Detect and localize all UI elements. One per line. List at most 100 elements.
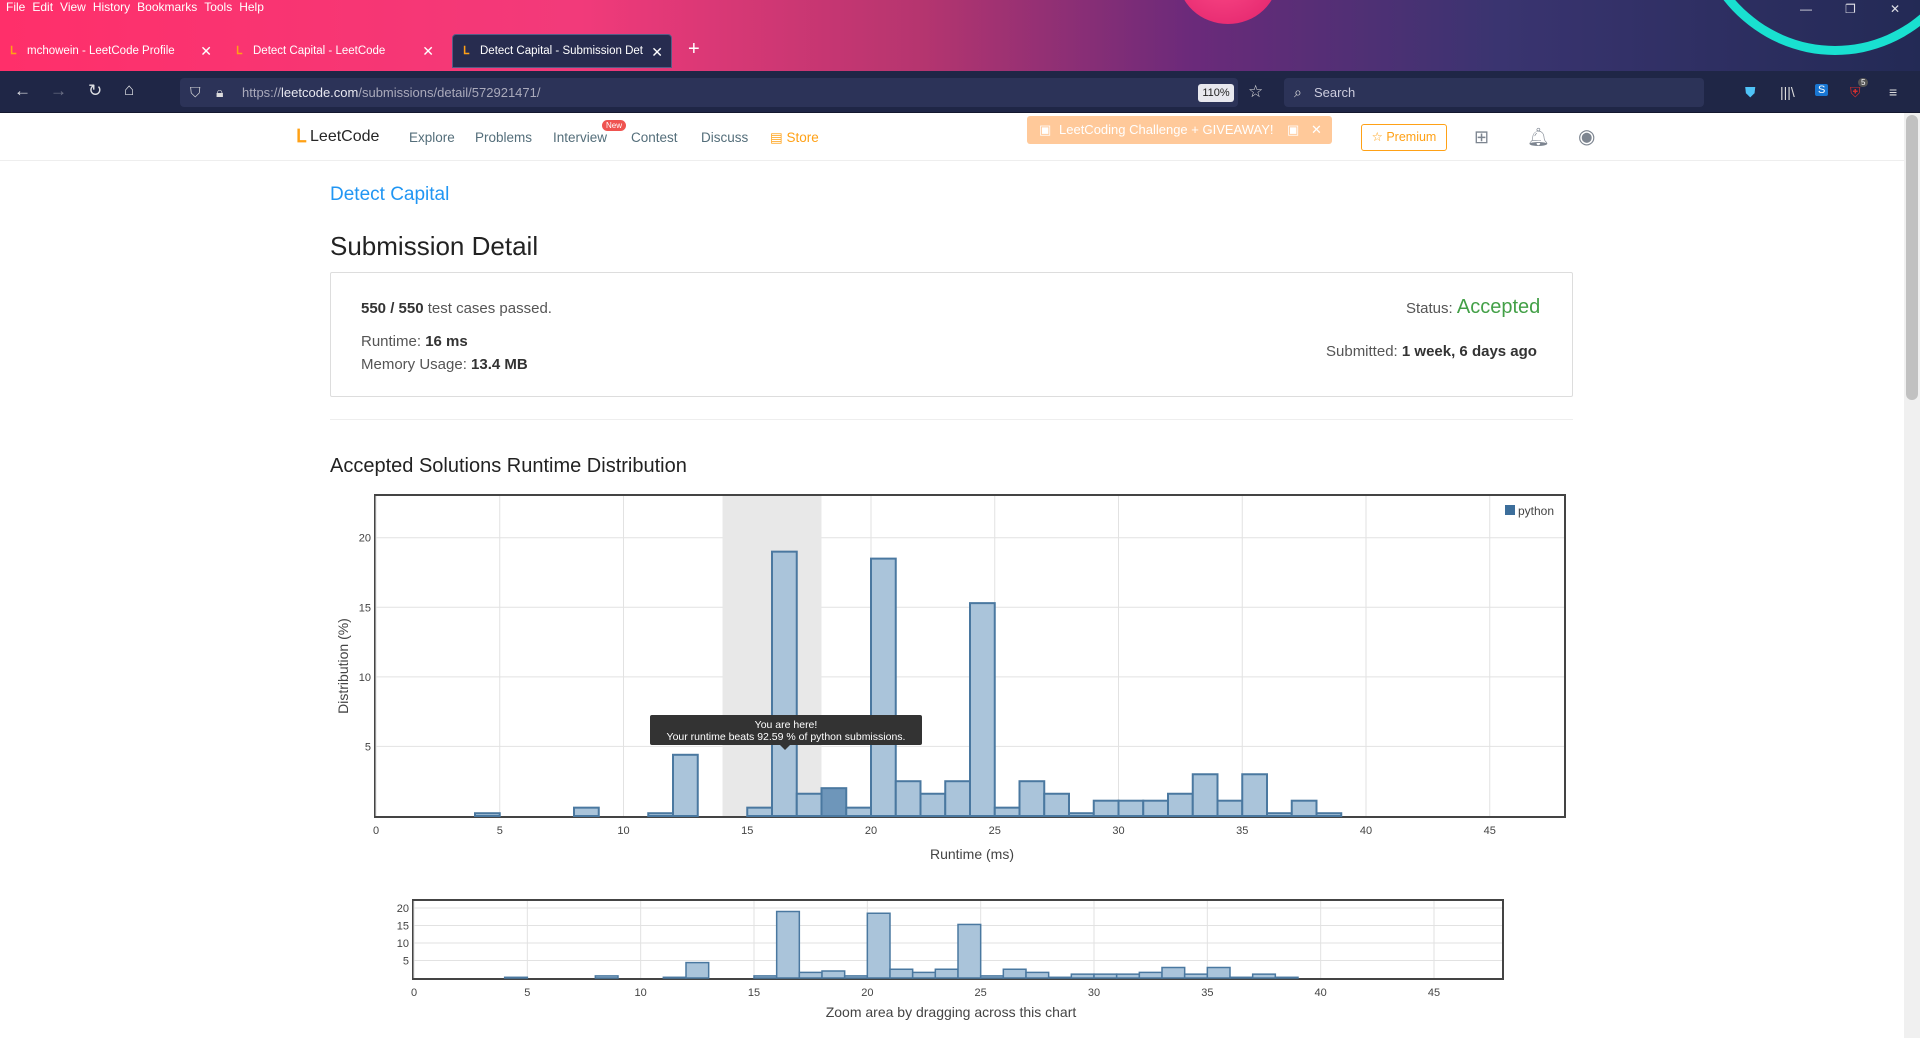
runtime-bar[interactable]: [1070, 973, 1095, 979]
runtime-bar[interactable]: [685, 961, 710, 979]
runtime-bar[interactable]: [1251, 973, 1277, 979]
runtime-bar[interactable]: [1315, 812, 1343, 817]
runtime-bar[interactable]: [503, 976, 529, 979]
bell-icon[interactable]: 🔔︎: [1527, 127, 1550, 148]
extension-s-icon[interactable]: S: [1815, 84, 1829, 96]
menu-bookmarks[interactable]: Bookmarks: [137, 0, 197, 20]
library-icon[interactable]: |||\: [1780, 84, 1795, 100]
runtime-bar[interactable]: [979, 975, 1005, 979]
menu-history[interactable]: History: [93, 0, 130, 20]
nav-store[interactable]: ▤ Store: [770, 130, 819, 146]
menu-view[interactable]: View: [60, 0, 86, 20]
runtime-bar[interactable]: [993, 806, 1021, 817]
menu-file[interactable]: File: [6, 0, 25, 20]
runtime-bar[interactable]: [1241, 773, 1268, 817]
legend-python[interactable]: python: [1518, 504, 1554, 518]
leetcode-logo[interactable]: ᒪ LeetCode: [296, 126, 379, 147]
runtime-bar[interactable]: [969, 602, 996, 817]
premium-button[interactable]: ☆ Premium: [1361, 124, 1447, 151]
runtime-bar[interactable]: [957, 923, 982, 979]
user-avatar-icon[interactable]: ◉: [1578, 124, 1595, 149]
runtime-bar[interactable]: [1206, 966, 1231, 979]
current-runtime-bar[interactable]: [820, 787, 848, 818]
runtime-bar[interactable]: [1117, 799, 1145, 817]
runtime-bar[interactable]: [1115, 973, 1141, 979]
runtime-bar[interactable]: [1092, 799, 1120, 817]
runtime-bar[interactable]: [1093, 973, 1118, 979]
search-input[interactable]: Search: [1284, 78, 1704, 107]
runtime-bar[interactable]: [1191, 773, 1219, 817]
runtime-bar[interactable]: [944, 780, 971, 817]
nav-explore[interactable]: Explore: [409, 130, 455, 145]
close-window-icon[interactable]: ✕: [1890, 2, 1900, 16]
runtime-bar[interactable]: [1274, 976, 1299, 979]
runtime-bar[interactable]: [843, 975, 869, 979]
tab-profile[interactable]: ᒪ mchowein - LeetCode Profile ✕: [10, 34, 220, 68]
url-bar[interactable]: https://leetcode.com/submissions/detail/…: [180, 78, 1238, 107]
runtime-bar[interactable]: [845, 806, 872, 817]
promo-close-icon[interactable]: ✕: [1311, 116, 1322, 144]
runtime-bar[interactable]: [1043, 792, 1070, 818]
runtime-bar[interactable]: [662, 976, 687, 979]
runtime-bar[interactable]: [753, 975, 778, 979]
scrollbar-thumb[interactable]: [1906, 115, 1918, 400]
status-badge[interactable]: Accepted: [1457, 296, 1540, 318]
runtime-bar[interactable]: [1161, 966, 1186, 979]
runtime-bar[interactable]: [1018, 780, 1046, 817]
runtime-bar[interactable]: [573, 806, 600, 817]
bookmark-star-icon[interactable]: ☆: [1248, 82, 1263, 102]
tab-submission[interactable]: ᒪ Detect Capital - Submission Det ✕: [452, 34, 672, 68]
menu-help[interactable]: Help: [239, 0, 264, 20]
menu-tools[interactable]: Tools: [204, 0, 232, 20]
runtime-bar[interactable]: [672, 753, 699, 818]
restore-icon[interactable]: ❐: [1845, 2, 1856, 16]
ublock-icon[interactable]: ⛨: [1850, 84, 1861, 101]
runtime-bar[interactable]: [1216, 799, 1244, 817]
menu-edit[interactable]: Edit: [32, 0, 53, 20]
tab-close-icon[interactable]: ✕: [422, 43, 434, 60]
runtime-bar[interactable]: [1290, 799, 1318, 817]
runtime-bar[interactable]: [1183, 973, 1209, 979]
zoom-level[interactable]: 110%: [1198, 84, 1234, 102]
runtime-bar[interactable]: [821, 970, 846, 979]
runtime-bar[interactable]: [1229, 976, 1254, 979]
runtime-bar[interactable]: [870, 557, 897, 817]
pocket-icon[interactable]: ⛊: [1745, 84, 1756, 101]
runtime-bar[interactable]: [911, 971, 937, 979]
runtime-bar[interactable]: [775, 910, 801, 979]
runtime-bar[interactable]: [894, 780, 922, 817]
runtime-distribution-chart[interactable]: 0 5 10 15 20 25 30 35 40 45 5 10 15 20 Runtime (ms) D…: [320, 480, 1590, 880]
new-tab-icon[interactable]: +: [688, 38, 700, 61]
runtime-bar[interactable]: [1047, 976, 1073, 979]
shield-icon[interactable]: ⛉: [190, 84, 201, 101]
runtime-bar[interactable]: [746, 806, 773, 817]
tab-problem[interactable]: ᒪ Detect Capital - LeetCode ✕: [236, 34, 442, 68]
minimize-icon[interactable]: —: [1800, 2, 1812, 16]
runtime-bar[interactable]: [771, 550, 798, 818]
runtime-bar[interactable]: [647, 812, 674, 817]
nav-discuss[interactable]: Discuss: [701, 130, 748, 145]
runtime-bar[interactable]: [594, 975, 619, 979]
tab-close-icon[interactable]: ✕: [651, 44, 663, 61]
runtime-bar[interactable]: [1068, 812, 1095, 817]
lock-icon[interactable]: 🔒︎: [216, 84, 223, 101]
runtime-bar[interactable]: [1138, 971, 1163, 979]
problem-title-link[interactable]: Detect Capital: [330, 184, 449, 206]
runtime-bar[interactable]: [474, 812, 501, 817]
home-icon[interactable]: ⌂: [124, 80, 134, 100]
nav-problems[interactable]: Problems: [475, 130, 532, 145]
runtime-bar[interactable]: [1142, 799, 1169, 817]
forward-icon[interactable]: →: [50, 81, 67, 101]
nav-contest[interactable]: Contest: [631, 130, 678, 145]
playground-icon[interactable]: ⊞: [1474, 127, 1489, 148]
runtime-bar[interactable]: [866, 912, 891, 979]
runtime-bar[interactable]: [1266, 812, 1293, 817]
zoom-navigator-chart[interactable]: 0 5 10 15 20 25 30 35 40 45 5 10 15 20 Zoom area by d…: [380, 895, 1530, 1025]
runtime-bar[interactable]: [889, 968, 914, 979]
runtime-bar[interactable]: [1167, 792, 1194, 818]
tab-close-icon[interactable]: ✕: [200, 43, 212, 60]
runtime-bar[interactable]: [1002, 968, 1027, 979]
challenge-promo-banner[interactable]: ▣ LeetCoding Challenge + GIVEAWAY! ▣ ✕: [1027, 116, 1332, 144]
runtime-bar[interactable]: [934, 968, 959, 979]
hamburger-menu-icon[interactable]: ≡: [1889, 84, 1897, 100]
